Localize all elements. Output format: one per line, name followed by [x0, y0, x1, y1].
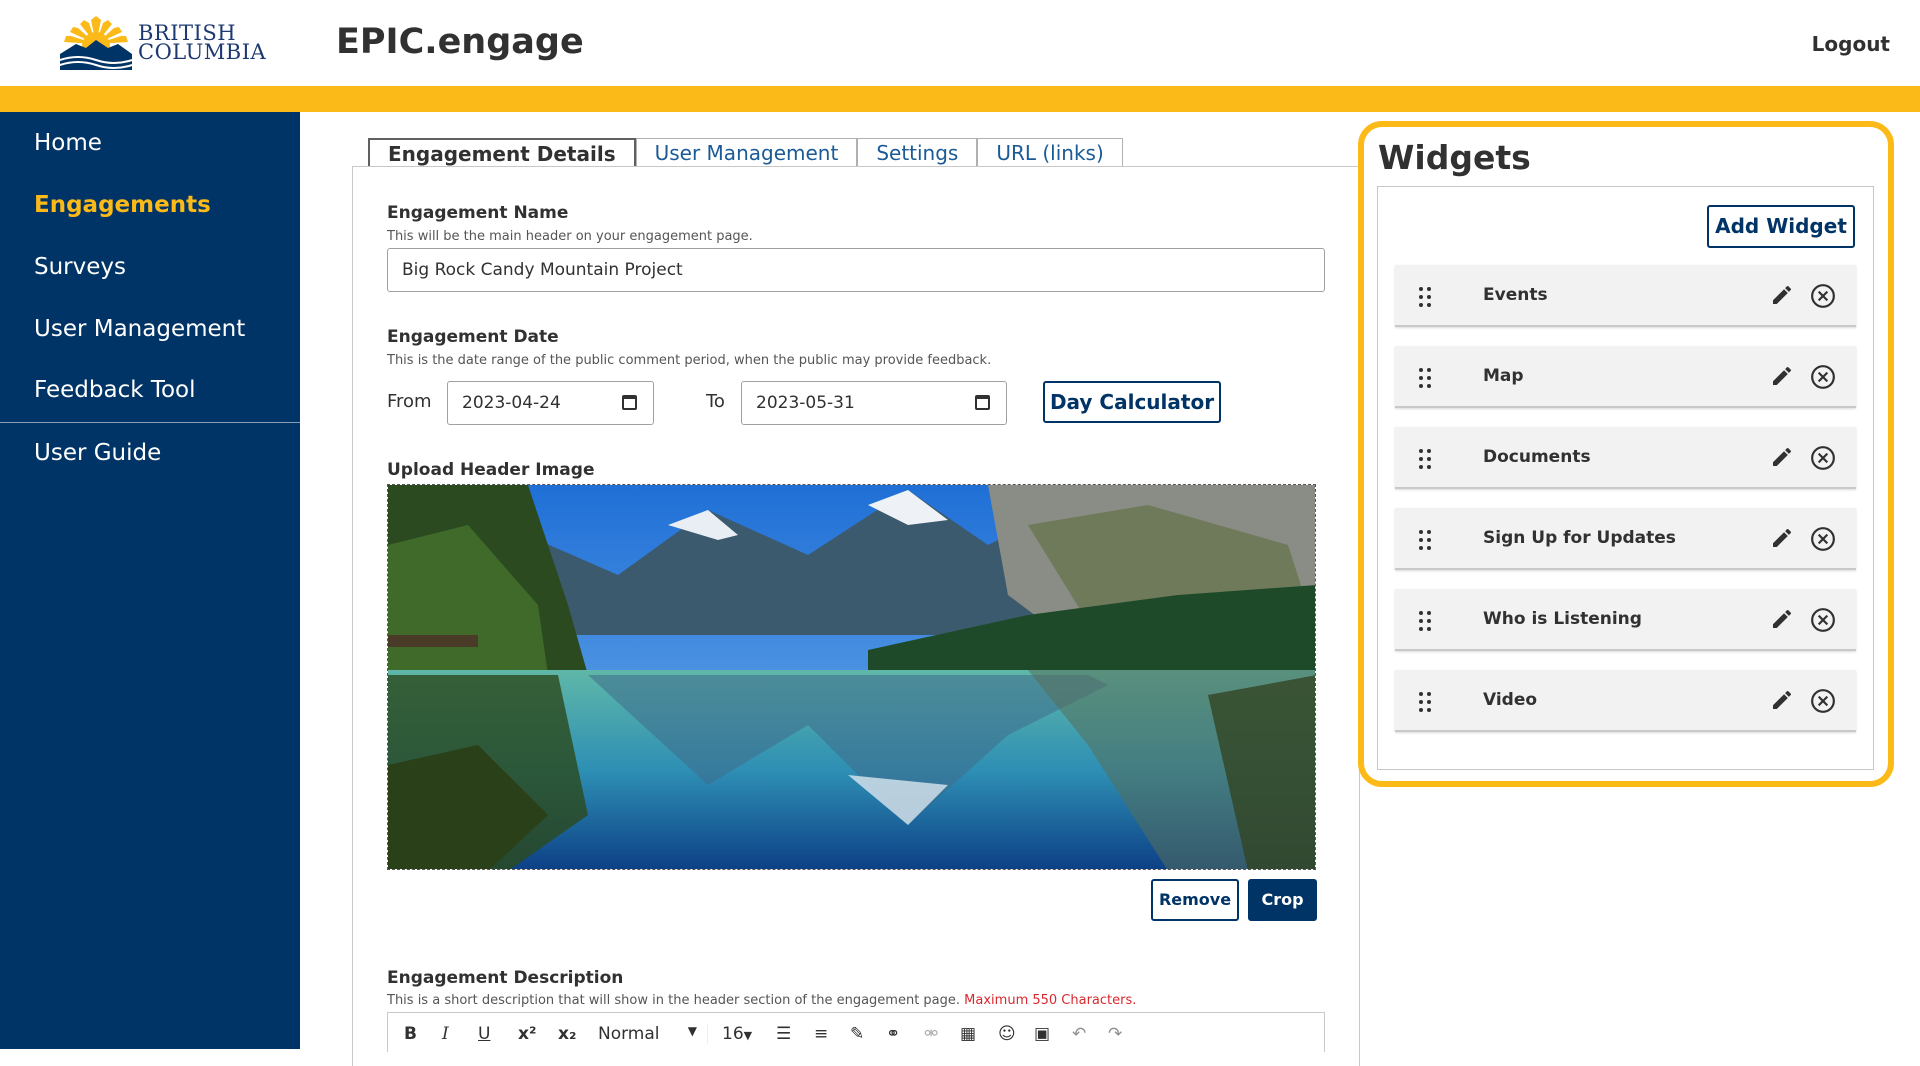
link-icon[interactable]: ⚭ — [886, 1024, 900, 1044]
engagement-name-help: This will be the main header on your eng… — [387, 229, 753, 244]
widget-item[interactable]: Video — [1395, 670, 1856, 732]
description-help-text: This is a short description that will sh… — [387, 993, 961, 1008]
drag-handle-icon[interactable] — [1419, 287, 1433, 307]
superscript-button[interactable]: x² — [518, 1024, 536, 1044]
pen-icon[interactable]: ✎ — [850, 1024, 864, 1044]
subscript-button[interactable]: x₂ — [558, 1024, 576, 1044]
edit-pencil-icon[interactable] — [1770, 607, 1794, 631]
widget-item[interactable]: Events — [1395, 265, 1856, 327]
top-header: BRITISH COLUMBIA EPIC.engage Logout — [0, 0, 1920, 86]
calendar-icon[interactable] — [622, 395, 637, 410]
widget-item[interactable]: Documents — [1395, 427, 1856, 489]
block-format-value: Normal — [598, 1024, 660, 1044]
add-widget-button[interactable]: Add Widget — [1707, 205, 1855, 248]
engagement-date-help: This is the date range of the public com… — [387, 353, 992, 368]
tab-url-links[interactable]: URL (links) — [977, 138, 1123, 166]
sidebar-item-engagements[interactable]: Engagements — [34, 192, 211, 218]
widget-item[interactable]: Sign Up for Updates — [1395, 508, 1856, 570]
tab-engagement-details[interactable]: Engagement Details — [368, 138, 636, 166]
bc-sun-icon — [59, 16, 133, 70]
from-date-value: 2023-04-24 — [462, 393, 561, 413]
bullet-list-icon[interactable]: ☰ — [776, 1024, 791, 1044]
crop-image-button[interactable]: Crop — [1248, 879, 1317, 921]
widget-label: Events — [1483, 285, 1548, 305]
to-date-value: 2023-05-31 — [756, 393, 855, 413]
engagement-name-title: Engagement Name — [387, 203, 569, 223]
delete-circle-x-icon[interactable] — [1810, 364, 1836, 390]
delete-circle-x-icon[interactable] — [1810, 607, 1836, 633]
drag-handle-icon[interactable] — [1419, 449, 1433, 469]
edit-pencil-icon[interactable] — [1770, 283, 1794, 307]
sidebar-item-feedback-tool[interactable]: Feedback Tool — [34, 377, 196, 403]
drag-handle-icon[interactable] — [1419, 530, 1433, 550]
chevron-down-icon: ▼ — [687, 1024, 697, 1038]
app-title: EPIC.engage — [336, 22, 584, 62]
sidebar-item-home[interactable]: Home — [34, 130, 102, 156]
from-label: From — [387, 391, 432, 412]
header-image-preview[interactable] — [387, 484, 1316, 870]
numbered-list-icon[interactable]: ≡ — [814, 1024, 828, 1044]
redo-icon[interactable]: ↷ — [1108, 1024, 1122, 1044]
delete-circle-x-icon[interactable] — [1810, 526, 1836, 552]
unlink-icon[interactable]: ⚮ — [924, 1024, 938, 1044]
edit-pencil-icon[interactable] — [1770, 445, 1794, 469]
delete-circle-x-icon[interactable] — [1810, 283, 1836, 309]
sidebar-item-user-management[interactable]: User Management — [34, 316, 245, 342]
remove-image-button[interactable]: Remove — [1151, 879, 1239, 921]
undo-icon[interactable]: ↶ — [1072, 1024, 1086, 1044]
delete-circle-x-icon[interactable] — [1810, 445, 1836, 471]
bold-button[interactable]: B — [404, 1024, 417, 1044]
widget-label: Map — [1483, 366, 1524, 386]
from-date-field[interactable]: 2023-04-24 — [447, 381, 654, 425]
drag-handle-icon[interactable] — [1419, 692, 1433, 712]
edit-pencil-icon[interactable] — [1770, 364, 1794, 388]
widget-label: Who is Listening — [1483, 609, 1642, 629]
widget-label: Sign Up for Updates — [1483, 528, 1676, 548]
embed-icon[interactable]: ▦ — [960, 1024, 976, 1044]
to-label: To — [706, 391, 725, 412]
image-icon[interactable]: ▣ — [1034, 1024, 1050, 1044]
logout-button[interactable]: Logout — [1812, 32, 1890, 56]
widget-item[interactable]: Map — [1395, 346, 1856, 408]
emoji-icon[interactable]: ☺ — [998, 1024, 1016, 1044]
underline-button[interactable]: U — [478, 1024, 490, 1044]
engagement-tabs: Engagement Details User Management Setti… — [368, 138, 1123, 166]
widget-label: Documents — [1483, 447, 1591, 467]
italic-button[interactable]: I — [442, 1024, 449, 1044]
sidebar-item-surveys[interactable]: Surveys — [34, 254, 126, 280]
widgets-title: Widgets — [1378, 138, 1531, 177]
drag-handle-icon[interactable] — [1419, 611, 1433, 631]
chevron-down-icon: ▼ — [743, 1029, 753, 1042]
delete-circle-x-icon[interactable] — [1810, 688, 1836, 714]
engagement-date-title: Engagement Date — [387, 327, 559, 347]
engagement-description-help: This is a short description that will sh… — [387, 993, 1136, 1008]
header-accent-bar — [0, 86, 1920, 112]
font-size-select[interactable]: 16▼ — [722, 1024, 762, 1044]
sidebar-divider — [0, 422, 300, 423]
calendar-icon[interactable] — [975, 395, 990, 410]
engagement-description-title: Engagement Description — [387, 968, 624, 988]
upload-header-image-title: Upload Header Image — [387, 460, 595, 480]
rich-text-toolbar: B I U x² x₂ Normal ▼ 16▼ ☰ ≡ ✎ ⚭ ⚮ ▦ ☺ ▣ … — [387, 1012, 1325, 1052]
drag-handle-icon[interactable] — [1419, 368, 1433, 388]
font-size-value: 16 — [722, 1024, 744, 1044]
description-char-limit: Maximum 550 Characters. — [964, 993, 1137, 1008]
tab-settings[interactable]: Settings — [857, 138, 978, 166]
edit-pencil-icon[interactable] — [1770, 688, 1794, 712]
sidebar-item-user-guide[interactable]: User Guide — [34, 440, 161, 466]
logo-line-columbia: COLUMBIA — [138, 40, 267, 64]
edit-pencil-icon[interactable] — [1770, 526, 1794, 550]
tab-user-management[interactable]: User Management — [635, 138, 858, 166]
engagement-name-input[interactable]: Big Rock Candy Mountain Project — [387, 248, 1325, 292]
logo-wordmark: BRITISH COLUMBIA — [138, 23, 267, 64]
to-date-field[interactable]: 2023-05-31 — [741, 381, 1007, 425]
widget-item[interactable]: Who is Listening — [1395, 589, 1856, 651]
sidebar: Home Engagements Surveys User Management… — [0, 112, 300, 1049]
widget-label: Video — [1483, 690, 1538, 710]
mountain-lake-image — [388, 485, 1315, 869]
day-calculator-button[interactable]: Day Calculator — [1043, 381, 1221, 423]
block-format-select[interactable]: Normal ▼ — [598, 1024, 708, 1044]
bc-logo[interactable]: BRITISH COLUMBIA — [58, 14, 266, 70]
